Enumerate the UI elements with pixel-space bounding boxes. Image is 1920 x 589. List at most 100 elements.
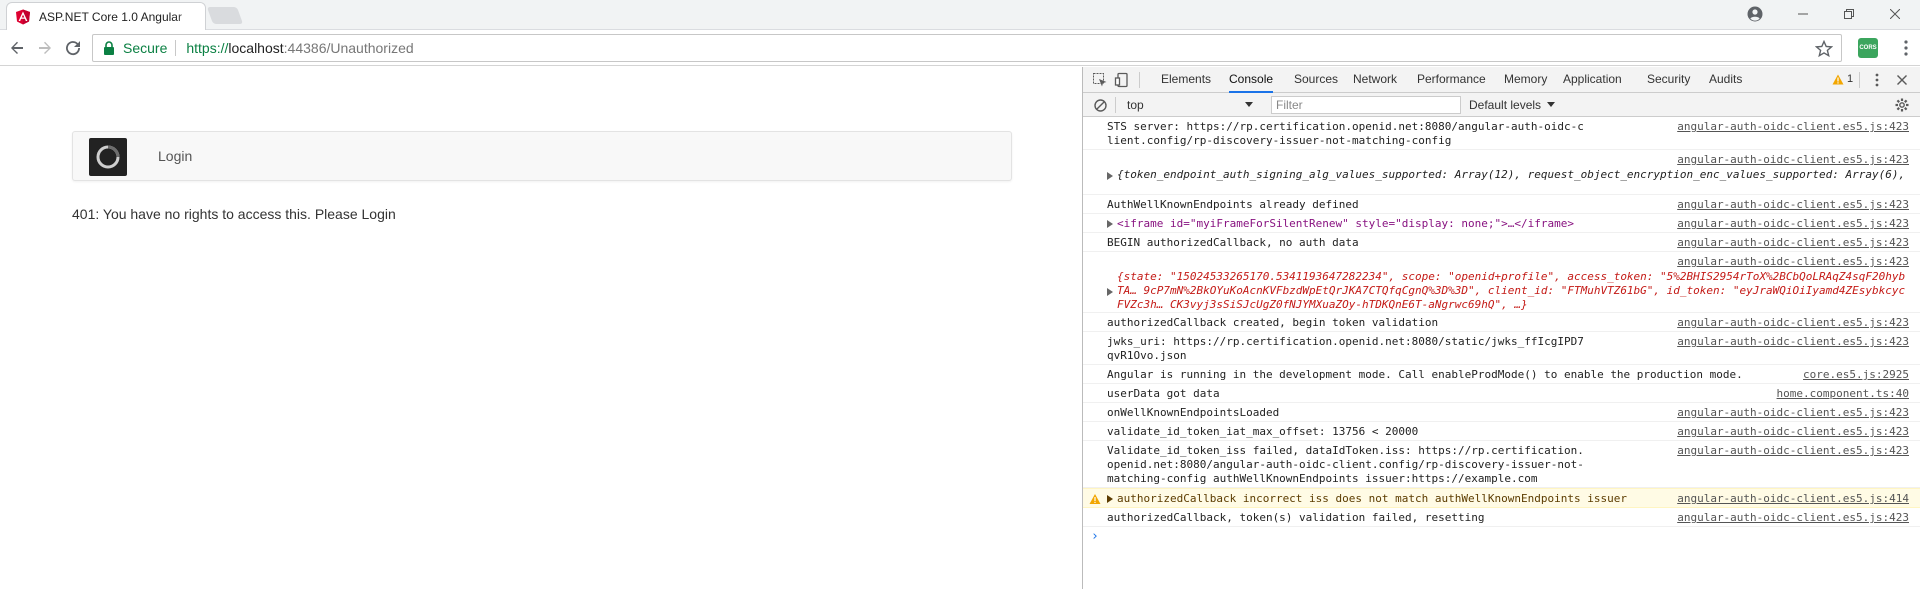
- message-source-link[interactable]: angular-auth-oidc-client.es5.js:423: [1677, 153, 1909, 167]
- login-link[interactable]: Login: [158, 148, 192, 164]
- tab-elements[interactable]: Elements: [1161, 67, 1211, 93]
- profile-button[interactable]: [1732, 0, 1778, 28]
- message-source-link[interactable]: angular-auth-oidc-client.es5.js:423: [1677, 120, 1909, 134]
- back-button[interactable]: [6, 37, 28, 59]
- expand-arrow-icon[interactable]: [1107, 220, 1113, 228]
- minimize-icon: [1798, 13, 1808, 15]
- devtools-close-button[interactable]: [1893, 71, 1911, 89]
- message-text[interactable]: Angular is running in the development mo…: [1107, 368, 1787, 382]
- expand-arrow-icon[interactable]: [1107, 495, 1113, 503]
- forward-button[interactable]: [34, 37, 56, 59]
- message-source-link[interactable]: home.component.ts:40: [1777, 387, 1909, 401]
- expand-arrow-icon[interactable]: [1107, 288, 1113, 296]
- console-prompt-row[interactable]: ›: [1083, 527, 1920, 549]
- console-message-object: {state: "15024533265170.5341193647282234…: [1083, 252, 1920, 313]
- message-source-link[interactable]: angular-auth-oidc-client.es5.js:423: [1677, 511, 1909, 525]
- warning-counter[interactable]: 1: [1832, 73, 1853, 85]
- tab-application[interactable]: Application: [1563, 67, 1622, 93]
- console-message: authorizedCallback, token(s) validation …: [1083, 508, 1920, 527]
- message-text[interactable]: validate_id_token_iat_max_offset: 13756 …: [1107, 425, 1587, 439]
- close-window-button[interactable]: [1872, 0, 1918, 28]
- console-message-element: <iframe id="myiFrameForSilentRenew" styl…: [1083, 214, 1920, 233]
- tab-security[interactable]: Security: [1647, 67, 1690, 93]
- reload-button[interactable]: [62, 37, 84, 59]
- context-selector[interactable]: top: [1123, 96, 1253, 114]
- restore-button[interactable]: [1826, 0, 1872, 28]
- tab-sources[interactable]: Sources: [1294, 67, 1338, 93]
- warning-count-text: 1: [1847, 73, 1854, 85]
- console-message: validate_id_token_iat_max_offset: 13756 …: [1083, 422, 1920, 441]
- cors-extension-icon[interactable]: CORS: [1858, 38, 1878, 58]
- devtools-menu-button[interactable]: [1868, 71, 1886, 89]
- tab-network[interactable]: Network: [1353, 67, 1397, 93]
- console-settings-button[interactable]: [1893, 96, 1911, 114]
- console-filter-input[interactable]: [1271, 96, 1461, 114]
- message-text[interactable]: authorizedCallback incorrect iss does no…: [1117, 492, 1637, 506]
- tab-title: ASP.NET Core 1.0 Angular: [39, 9, 182, 24]
- message-text[interactable]: STS server: https://rp.certification.ope…: [1107, 120, 1587, 148]
- tab-memory[interactable]: Memory: [1504, 67, 1547, 93]
- message-source-link[interactable]: angular-auth-oidc-client.es5.js:423: [1677, 236, 1909, 250]
- device-toolbar-button[interactable]: [1113, 71, 1131, 89]
- close-icon: [1890, 9, 1900, 19]
- message-text[interactable]: BEGIN authorizedCallback, no auth data: [1107, 236, 1587, 250]
- message-text[interactable]: authorizedCallback, token(s) validation …: [1107, 511, 1587, 525]
- message-text[interactable]: {state: "15024533265170.5341193647282234…: [1117, 270, 1907, 312]
- message-text[interactable]: AuthWellKnownEndpoints already defined: [1107, 198, 1587, 212]
- kebab-menu-icon: [1875, 73, 1879, 87]
- browser-menu-button[interactable]: [1896, 37, 1916, 59]
- message-source-link[interactable]: angular-auth-oidc-client.es5.js:423: [1677, 255, 1909, 269]
- prompt-chevron-icon: ›: [1091, 529, 1099, 544]
- clear-console-icon: [1093, 98, 1107, 112]
- address-bar[interactable]: Secure https://localhost:44386/Unauthori…: [92, 34, 1842, 62]
- back-icon: [11, 41, 23, 54]
- message-text[interactable]: <iframe id="myiFrameForSilentRenew" styl…: [1117, 217, 1617, 231]
- navbar: Login: [72, 131, 1012, 181]
- unauthorized-message: 401: You have no rights to access this. …: [72, 206, 396, 222]
- console-message-object: {token_endpoint_auth_signing_alg_values_…: [1083, 150, 1920, 195]
- angular-favicon: [16, 9, 30, 24]
- page-viewport: Login 401: You have no rights to access …: [0, 67, 1082, 589]
- minimize-button[interactable]: [1780, 0, 1826, 28]
- message-source-link[interactable]: angular-auth-oidc-client.es5.js:423: [1677, 217, 1909, 231]
- browser-tab[interactable]: ASP.NET Core 1.0 Angular: [6, 2, 206, 30]
- secure-label: Secure: [123, 40, 168, 56]
- message-source-link[interactable]: angular-auth-oidc-client.es5.js:423: [1677, 335, 1909, 349]
- message-text[interactable]: Validate_id_token_iss failed, dataIdToke…: [1107, 444, 1587, 486]
- message-text[interactable]: authorizedCallback created, begin token …: [1107, 316, 1587, 330]
- toolbar-separator: [1115, 97, 1116, 113]
- menu-icon: [1904, 40, 1908, 56]
- message-source-link[interactable]: angular-auth-oidc-client.es5.js:423: [1677, 316, 1909, 330]
- levels-caret-icon: [1547, 102, 1555, 107]
- tab-performance[interactable]: Performance: [1417, 67, 1486, 93]
- url-scheme: https://: [186, 40, 229, 56]
- message-text[interactable]: {token_endpoint_auth_signing_alg_values_…: [1117, 168, 1907, 182]
- message-source-link[interactable]: angular-auth-oidc-client.es5.js:423: [1677, 406, 1909, 420]
- message-text[interactable]: jwks_uri: https://rp.certification.openi…: [1107, 335, 1587, 363]
- message-text[interactable]: userData got data: [1107, 387, 1587, 401]
- gear-icon: [1895, 98, 1909, 112]
- app-logo[interactable]: [89, 138, 127, 176]
- new-tab-button[interactable]: [206, 7, 244, 24]
- star-icon[interactable]: [1815, 40, 1833, 58]
- url-host: localhost: [228, 40, 284, 56]
- inspect-button[interactable]: [1091, 71, 1109, 89]
- tab-separator-right: [1859, 72, 1860, 88]
- message-text[interactable]: onWellKnownEndpointsLoaded: [1107, 406, 1587, 420]
- url-text: https://localhost:44386/Unauthorized: [186, 40, 413, 56]
- tab-strip: ASP.NET Core 1.0 Angular: [0, 0, 1920, 30]
- tab-separator: [1139, 72, 1140, 88]
- reload-icon: [66, 41, 81, 56]
- expand-arrow-icon[interactable]: [1107, 172, 1113, 180]
- clear-console-button[interactable]: [1091, 96, 1109, 114]
- tab-audits[interactable]: Audits: [1709, 67, 1742, 93]
- avatar-icon: [1747, 6, 1763, 22]
- message-source-link[interactable]: angular-auth-oidc-client.es5.js:423: [1677, 425, 1909, 439]
- message-source-link[interactable]: angular-auth-oidc-client.es5.js:414: [1677, 492, 1909, 506]
- message-source-link[interactable]: core.es5.js:2925: [1803, 368, 1909, 382]
- message-source-link[interactable]: angular-auth-oidc-client.es5.js:423: [1677, 198, 1909, 212]
- message-source-link[interactable]: angular-auth-oidc-client.es5.js:423: [1677, 444, 1909, 458]
- tab-console[interactable]: Console: [1229, 67, 1274, 93]
- log-levels-dropdown[interactable]: Default levels: [1469, 96, 1541, 114]
- logo-ring-icon: [96, 145, 120, 169]
